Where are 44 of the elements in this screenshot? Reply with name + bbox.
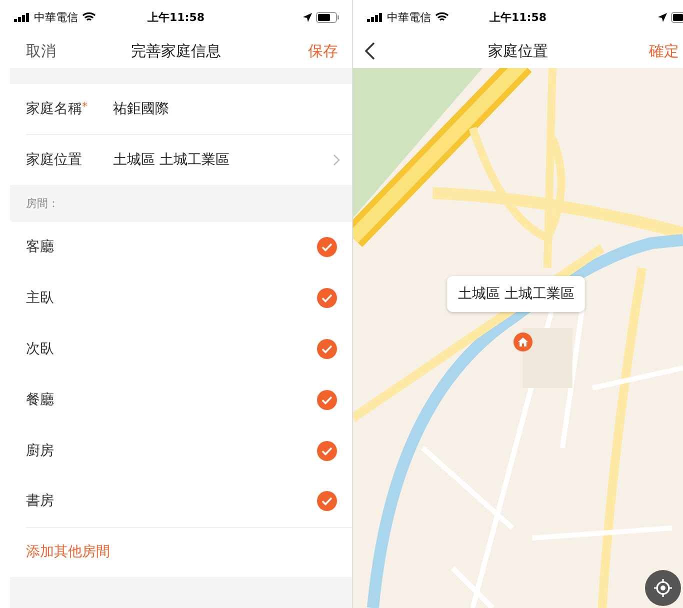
section-header: 房間：	[26, 196, 59, 211]
room-item[interactable]: 客廳	[26, 222, 352, 273]
checkmark-icon[interactable]	[317, 237, 337, 258]
signal-icon	[14, 12, 30, 22]
carrier-name: 中華電信	[387, 10, 431, 24]
room-item[interactable]: 次臥	[26, 324, 352, 374]
required-mark: *	[82, 100, 88, 113]
wifi-icon	[435, 12, 449, 22]
field-value: 祐鉅國際	[113, 100, 170, 118]
signal-icon	[367, 12, 383, 22]
field-label: 家庭名稱	[26, 100, 82, 118]
back-button[interactable]	[363, 40, 377, 62]
checkmark-icon[interactable]	[317, 390, 337, 410]
room-name: 廚房	[26, 442, 54, 460]
location-arrow-icon	[303, 12, 312, 22]
location-arrow-icon	[658, 12, 667, 22]
page-title: 完善家庭信息	[131, 42, 221, 60]
room-item[interactable]: 書房	[26, 476, 352, 527]
page-title: 家庭位置	[488, 42, 548, 60]
battery-icon	[671, 12, 683, 22]
room-name: 客廳	[26, 238, 54, 256]
status-time: 上午11:58	[490, 10, 546, 24]
home-pin-icon	[513, 332, 533, 352]
crosshair-icon	[653, 578, 673, 598]
checkmark-icon[interactable]	[317, 288, 337, 308]
checkmark-icon[interactable]	[317, 338, 337, 359]
location-callout: 土城區 土城工業區	[447, 276, 586, 312]
room-name: 餐廳	[26, 390, 54, 409]
checkmark-icon[interactable]	[317, 440, 337, 461]
chevron-icon[interactable]	[333, 154, 340, 166]
room-name: 主臥	[26, 289, 54, 308]
room-item[interactable]: 廚房	[26, 425, 352, 476]
cancel-button[interactable]: 取消	[26, 40, 56, 62]
field-value: 土城區 土城工業區	[113, 151, 230, 169]
carrier-name: 中華電信	[34, 10, 78, 24]
room-name: 書房	[26, 492, 54, 510]
room-item[interactable]: 主臥	[26, 272, 352, 324]
field-label: 家庭位置	[26, 151, 82, 169]
checkmark-icon[interactable]	[317, 491, 337, 512]
wifi-icon	[82, 12, 96, 22]
room-item[interactable]: 餐廳	[26, 374, 352, 426]
status-time: 上午11:58	[148, 10, 204, 24]
battery-icon	[316, 12, 340, 22]
room-name: 次臥	[26, 340, 54, 358]
